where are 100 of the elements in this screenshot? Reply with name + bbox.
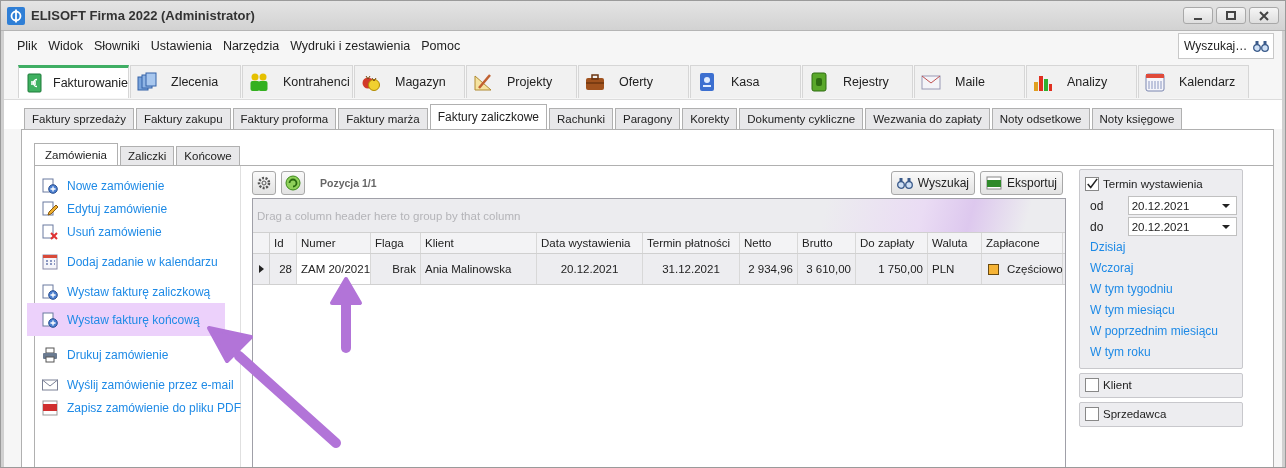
tab[interactable]: Faktury zaliczkowe (429, 104, 547, 129)
close-icon (1259, 10, 1269, 21)
refresh-icon (285, 175, 301, 191)
table-cell: 1 750,00 (856, 254, 928, 284)
close-button[interactable] (1249, 7, 1279, 24)
action-link[interactable]: Wystaw fakturę zaliczkową (35, 280, 211, 303)
tab[interactable]: Faktury marża (338, 108, 428, 129)
tab[interactable]: Dokumenty cykliczne (739, 108, 864, 129)
tab[interactable]: Zamówienia (34, 143, 118, 165)
document-delete-icon (42, 223, 58, 240)
checkbox[interactable] (1085, 177, 1099, 191)
module-tab[interactable]: Zlecenia (130, 65, 241, 98)
document-edit-icon (42, 200, 58, 217)
settings-button[interactable] (252, 171, 276, 195)
printer-icon (42, 346, 58, 363)
tab[interactable]: Paragony (614, 108, 681, 129)
tab[interactable]: Faktury proforma (232, 108, 337, 129)
window-title: ELISOFT Firma 2022 (Administrator) (31, 8, 255, 23)
calendar-icon (42, 253, 58, 270)
column-header[interactable]: Waluta (928, 233, 982, 253)
module-tab[interactable]: Rejestry (802, 65, 913, 98)
tab[interactable]: Rachunki (549, 108, 613, 129)
minimize-button[interactable] (1183, 7, 1213, 24)
column-header[interactable]: Zapłacone (982, 233, 1063, 253)
table-cell: 20.12.2021 (537, 254, 643, 284)
tab[interactable]: Noty odsetkowe (991, 108, 1090, 129)
tab[interactable]: Noty księgowe (1091, 108, 1183, 129)
dropdown-arrow-icon (1222, 203, 1230, 208)
date-field[interactable]: 20.12.2021 (1127, 196, 1237, 215)
column-header[interactable]: Netto (740, 233, 798, 253)
binoculars-icon (1253, 40, 1269, 52)
menu-item[interactable]: Wydruki i zestawienia (286, 39, 418, 53)
checkbox[interactable] (1085, 406, 1099, 421)
module-tab[interactable]: Fakturowanie (18, 65, 129, 98)
export-button[interactable]: Eksportuj (979, 171, 1063, 195)
envelope-icon (921, 72, 941, 92)
column-header[interactable]: Do zapłaty (856, 233, 928, 253)
table-cell: 3 610,00 (798, 254, 856, 284)
menu-item[interactable]: Narzędzia (218, 39, 287, 53)
action-link[interactable]: Dodaj zadanie w kalendarzu (35, 250, 218, 273)
envelope-icon (42, 376, 58, 393)
menu-item[interactable]: Plik (13, 39, 45, 53)
pdf-file-icon (42, 399, 58, 416)
column-header[interactable]: Numer (297, 233, 371, 253)
tab[interactable]: Wezwania do zapłaty (865, 108, 990, 129)
column-header[interactable]: Termin płatności (643, 233, 740, 253)
tab[interactable]: Zaliczki (120, 146, 175, 165)
field-label: do (1089, 219, 1105, 234)
action-link[interactable]: Nowe zamówienie (35, 174, 165, 197)
module-tab[interactable]: Kalendarz (1138, 65, 1249, 98)
field-label: od (1089, 198, 1105, 213)
checkbox-label: Sprzedawca (1103, 407, 1167, 420)
document-add-icon (42, 177, 58, 194)
search-button[interactable]: Wyszukaj (890, 171, 975, 195)
dropdown-arrow-icon (1222, 224, 1230, 229)
tab[interactable]: Końcowe (176, 146, 240, 165)
spreadsheet-icon (985, 176, 1002, 190)
search-field[interactable]: Wyszukaj… (1178, 33, 1274, 59)
column-header[interactable]: Brutto (798, 233, 856, 253)
position-counter: Pozycja 1/1 (320, 177, 377, 189)
checkbox-label: Klient (1103, 378, 1132, 391)
action-link[interactable]: Edytuj zamówienie (35, 197, 168, 220)
module-tab[interactable]: Analizy (1026, 65, 1137, 98)
module-tab[interactable]: Maile (914, 65, 1025, 98)
column-header[interactable]: Id (270, 233, 297, 253)
document-icon (25, 73, 45, 93)
tab[interactable]: Faktury zakupu (135, 108, 231, 129)
cash-box-icon (697, 72, 717, 92)
action-link[interactable]: Wyślij zamówienie przez e-mail (35, 373, 234, 396)
menu-item[interactable]: Słowniki (89, 39, 147, 53)
module-tab[interactable]: Projekty (466, 65, 577, 98)
column-header[interactable]: Flaga (371, 233, 421, 253)
checkbox-label: Termin wystawienia (1103, 178, 1203, 190)
action-link[interactable]: Zapisz zamówienie do pliku PDF (35, 396, 242, 419)
menu-item[interactable]: Widok (44, 39, 90, 53)
date-field[interactable]: 20.12.2021 (1127, 217, 1237, 236)
calendar-icon (1145, 72, 1165, 92)
module-tab[interactable]: Oferty (578, 65, 689, 98)
column-header[interactable]: Klient (421, 233, 537, 253)
table-cell: PLN (928, 254, 982, 284)
status-text: Częściowo (1007, 263, 1063, 275)
menu-item[interactable]: Pomoc (417, 39, 468, 53)
module-tab[interactable]: Kontrahenci (242, 65, 353, 98)
module-tab[interactable]: Magazyn (354, 65, 465, 98)
action-link[interactable]: Usuń zamówienie (35, 220, 162, 243)
table-cell: Brak (371, 254, 421, 284)
table-cell: 31.12.2021 (643, 254, 740, 284)
column-header[interactable]: Data wystawienia (537, 233, 643, 253)
app-logo-icon (7, 6, 25, 25)
action-link[interactable]: Drukuj zamówienie (35, 343, 169, 366)
document-add-icon (42, 311, 58, 328)
maximize-button[interactable] (1216, 7, 1246, 24)
binoculars-icon (896, 177, 913, 189)
menu-item[interactable]: Ustawienia (146, 39, 219, 53)
module-tab[interactable]: Kasa (690, 65, 801, 98)
checkbox[interactable] (1085, 377, 1099, 392)
refresh-button[interactable] (281, 171, 305, 195)
tab[interactable]: Faktury sprzedaży (24, 108, 134, 129)
settings-icon (256, 175, 272, 191)
tab[interactable]: Korekty (682, 108, 738, 129)
